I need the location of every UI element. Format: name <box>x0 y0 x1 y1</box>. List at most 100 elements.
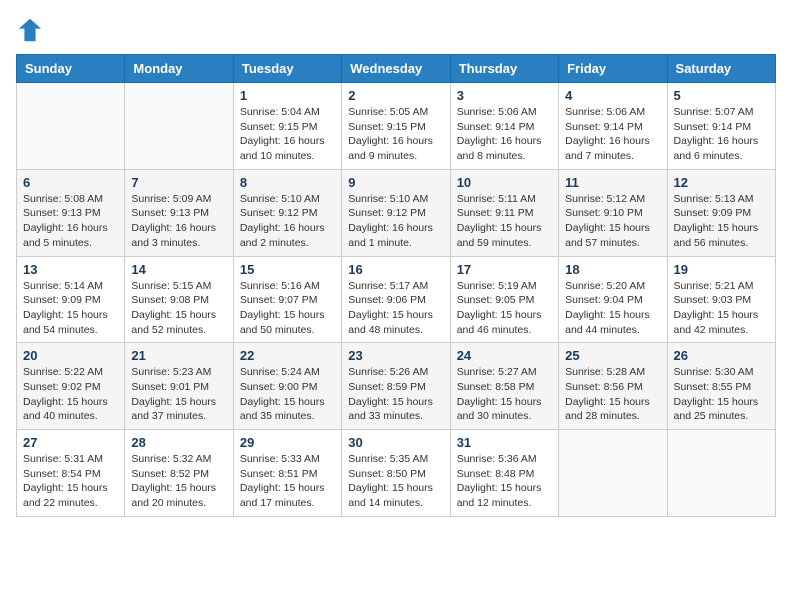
calendar-cell: 9 Sunrise: 5:10 AM Sunset: 9:12 PM Daylig… <box>342 169 450 256</box>
day-info: Sunrise: 5:14 AM Sunset: 9:09 PM Dayligh… <box>23 279 118 338</box>
day-number: 6 <box>23 175 118 190</box>
day-number: 11 <box>565 175 660 190</box>
calendar-cell: 23 Sunrise: 5:26 AM Sunset: 8:59 PM Dayli… <box>342 343 450 430</box>
day-number: 4 <box>565 88 660 103</box>
calendar-cell: 29 Sunrise: 5:33 AM Sunset: 8:51 PM Dayli… <box>233 430 341 517</box>
day-number: 12 <box>674 175 769 190</box>
calendar-cell: 14 Sunrise: 5:15 AM Sunset: 9:08 PM Dayli… <box>125 256 233 343</box>
day-number: 19 <box>674 262 769 277</box>
day-info: Sunrise: 5:27 AM Sunset: 8:58 PM Dayligh… <box>457 365 552 424</box>
day-number: 8 <box>240 175 335 190</box>
day-info: Sunrise: 5:10 AM Sunset: 9:12 PM Dayligh… <box>240 192 335 251</box>
calendar-cell: 4 Sunrise: 5:06 AM Sunset: 9:14 PM Daylig… <box>559 83 667 170</box>
day-number: 28 <box>131 435 226 450</box>
day-number: 27 <box>23 435 118 450</box>
day-number: 18 <box>565 262 660 277</box>
calendar-week-1: 1 Sunrise: 5:04 AM Sunset: 9:15 PM Daylig… <box>17 83 776 170</box>
calendar-cell <box>559 430 667 517</box>
day-number: 22 <box>240 348 335 363</box>
calendar-cell: 5Sunrise: 5:07 AM Sunset: 9:14 PM Daylig… <box>667 83 775 170</box>
calendar-cell: 22 Sunrise: 5:24 AM Sunset: 9:00 PM Dayli… <box>233 343 341 430</box>
weekday-header-thursday: Thursday <box>450 55 558 83</box>
day-number: 1 <box>240 88 335 103</box>
day-info: Sunrise: 5:16 AM Sunset: 9:07 PM Dayligh… <box>240 279 335 338</box>
day-number: 29 <box>240 435 335 450</box>
calendar-cell: 6 Sunrise: 5:08 AM Sunset: 9:13 PM Daylig… <box>17 169 125 256</box>
day-number: 20 <box>23 348 118 363</box>
day-info: Sunrise: 5:20 AM Sunset: 9:04 PM Dayligh… <box>565 279 660 338</box>
calendar-cell: 15 Sunrise: 5:16 AM Sunset: 9:07 PM Dayli… <box>233 256 341 343</box>
calendar-cell: 18 Sunrise: 5:20 AM Sunset: 9:04 PM Dayli… <box>559 256 667 343</box>
day-number: 14 <box>131 262 226 277</box>
day-info: Sunrise: 5:33 AM Sunset: 8:51 PM Dayligh… <box>240 452 335 511</box>
weekday-header-wednesday: Wednesday <box>342 55 450 83</box>
day-number: 17 <box>457 262 552 277</box>
day-number: 26 <box>674 348 769 363</box>
day-info: Sunrise: 5:36 AM Sunset: 8:48 PM Dayligh… <box>457 452 552 511</box>
calendar-week-5: 27 Sunrise: 5:31 AM Sunset: 8:54 PM Dayli… <box>17 430 776 517</box>
day-info: Sunrise: 5:07 AM Sunset: 9:14 PM Dayligh… <box>674 105 769 164</box>
day-info: Sunrise: 5:26 AM Sunset: 8:59 PM Dayligh… <box>348 365 443 424</box>
weekday-header-tuesday: Tuesday <box>233 55 341 83</box>
day-info: Sunrise: 5:06 AM Sunset: 9:14 PM Dayligh… <box>565 105 660 164</box>
calendar-cell: 17 Sunrise: 5:19 AM Sunset: 9:05 PM Dayli… <box>450 256 558 343</box>
calendar-cell: 16 Sunrise: 5:17 AM Sunset: 9:06 PM Dayli… <box>342 256 450 343</box>
calendar-cell: 12 Sunrise: 5:13 AM Sunset: 9:09 PM Dayli… <box>667 169 775 256</box>
day-number: 2 <box>348 88 443 103</box>
day-info: Sunrise: 5:32 AM Sunset: 8:52 PM Dayligh… <box>131 452 226 511</box>
day-info: Sunrise: 5:08 AM Sunset: 9:13 PM Dayligh… <box>23 192 118 251</box>
day-number: 25 <box>565 348 660 363</box>
weekday-header-saturday: Saturday <box>667 55 775 83</box>
calendar-cell: 24 Sunrise: 5:27 AM Sunset: 8:58 PM Dayli… <box>450 343 558 430</box>
calendar-cell: 8 Sunrise: 5:10 AM Sunset: 9:12 PM Daylig… <box>233 169 341 256</box>
calendar-cell: 2 Sunrise: 5:05 AM Sunset: 9:15 PM Daylig… <box>342 83 450 170</box>
day-info: Sunrise: 5:12 AM Sunset: 9:10 PM Dayligh… <box>565 192 660 251</box>
day-info: Sunrise: 5:13 AM Sunset: 9:09 PM Dayligh… <box>674 192 769 251</box>
day-info: Sunrise: 5:35 AM Sunset: 8:50 PM Dayligh… <box>348 452 443 511</box>
day-number: 15 <box>240 262 335 277</box>
calendar-cell <box>125 83 233 170</box>
calendar-cell: 11 Sunrise: 5:12 AM Sunset: 9:10 PM Dayli… <box>559 169 667 256</box>
day-info: Sunrise: 5:28 AM Sunset: 8:56 PM Dayligh… <box>565 365 660 424</box>
day-info: Sunrise: 5:05 AM Sunset: 9:15 PM Dayligh… <box>348 105 443 164</box>
day-info: Sunrise: 5:19 AM Sunset: 9:05 PM Dayligh… <box>457 279 552 338</box>
day-info: Sunrise: 5:15 AM Sunset: 9:08 PM Dayligh… <box>131 279 226 338</box>
calendar-cell: 25 Sunrise: 5:28 AM Sunset: 8:56 PM Dayli… <box>559 343 667 430</box>
day-info: Sunrise: 5:04 AM Sunset: 9:15 PM Dayligh… <box>240 105 335 164</box>
day-number: 9 <box>348 175 443 190</box>
day-info: Sunrise: 5:23 AM Sunset: 9:01 PM Dayligh… <box>131 365 226 424</box>
day-info: Sunrise: 5:24 AM Sunset: 9:00 PM Dayligh… <box>240 365 335 424</box>
calendar-cell: 31 Sunrise: 5:36 AM Sunset: 8:48 PM Dayli… <box>450 430 558 517</box>
calendar-week-3: 13 Sunrise: 5:14 AM Sunset: 9:09 PM Dayli… <box>17 256 776 343</box>
day-number: 24 <box>457 348 552 363</box>
day-number: 16 <box>348 262 443 277</box>
calendar-cell: 19 Sunrise: 5:21 AM Sunset: 9:03 PM Dayli… <box>667 256 775 343</box>
calendar-cell: 13 Sunrise: 5:14 AM Sunset: 9:09 PM Dayli… <box>17 256 125 343</box>
day-number: 23 <box>348 348 443 363</box>
calendar-cell: 30Sunrise: 5:35 AM Sunset: 8:50 PM Dayli… <box>342 430 450 517</box>
weekday-header-monday: Monday <box>125 55 233 83</box>
logo <box>16 16 48 44</box>
logo-icon <box>16 16 44 44</box>
day-number: 31 <box>457 435 552 450</box>
day-info: Sunrise: 5:30 AM Sunset: 8:55 PM Dayligh… <box>674 365 769 424</box>
day-info: Sunrise: 5:31 AM Sunset: 8:54 PM Dayligh… <box>23 452 118 511</box>
calendar-cell <box>17 83 125 170</box>
weekday-header-sunday: Sunday <box>17 55 125 83</box>
calendar-table: SundayMondayTuesdayWednesdayThursdayFrid… <box>16 54 776 517</box>
calendar-week-4: 20 Sunrise: 5:22 AM Sunset: 9:02 PM Dayli… <box>17 343 776 430</box>
day-number: 3 <box>457 88 552 103</box>
calendar-cell: 10Sunrise: 5:11 AM Sunset: 9:11 PM Dayli… <box>450 169 558 256</box>
calendar-header-row: SundayMondayTuesdayWednesdayThursdayFrid… <box>17 55 776 83</box>
calendar-cell: 27 Sunrise: 5:31 AM Sunset: 8:54 PM Dayli… <box>17 430 125 517</box>
day-number: 13 <box>23 262 118 277</box>
page-header <box>16 16 776 44</box>
day-info: Sunrise: 5:21 AM Sunset: 9:03 PM Dayligh… <box>674 279 769 338</box>
day-number: 21 <box>131 348 226 363</box>
day-info: Sunrise: 5:10 AM Sunset: 9:12 PM Dayligh… <box>348 192 443 251</box>
day-info: Sunrise: 5:22 AM Sunset: 9:02 PM Dayligh… <box>23 365 118 424</box>
calendar-cell: 20 Sunrise: 5:22 AM Sunset: 9:02 PM Dayli… <box>17 343 125 430</box>
calendar-cell: 1 Sunrise: 5:04 AM Sunset: 9:15 PM Daylig… <box>233 83 341 170</box>
day-info: Sunrise: 5:17 AM Sunset: 9:06 PM Dayligh… <box>348 279 443 338</box>
calendar-cell: 3Sunrise: 5:06 AM Sunset: 9:14 PM Daylig… <box>450 83 558 170</box>
